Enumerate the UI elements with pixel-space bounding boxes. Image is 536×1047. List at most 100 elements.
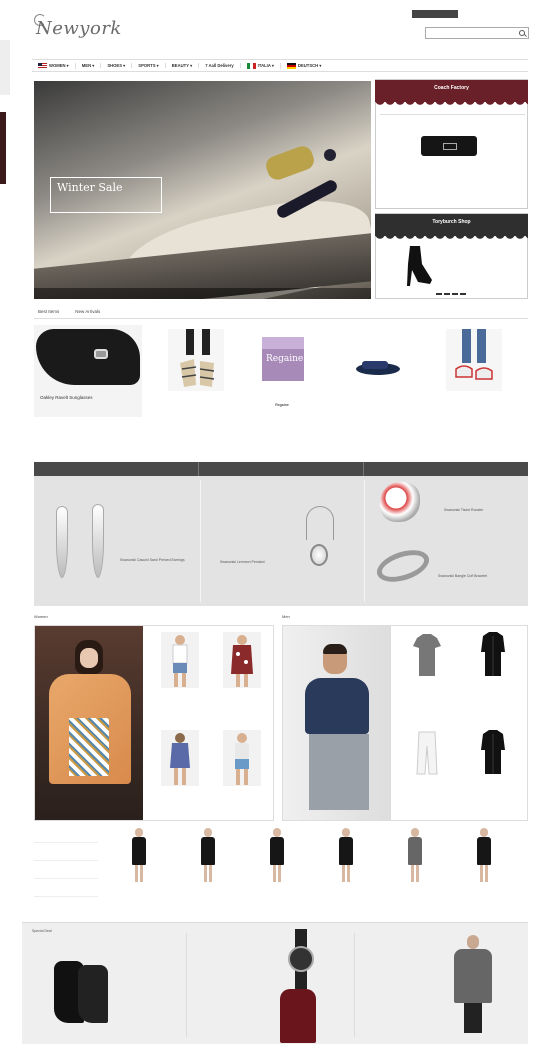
dress-product[interactable] bbox=[244, 826, 310, 918]
product-card[interactable]: Regaine Regaine bbox=[240, 325, 324, 441]
dress-product[interactable] bbox=[175, 826, 241, 918]
dress-image bbox=[199, 828, 217, 882]
nav-item-sports[interactable]: SPORTS ▾ bbox=[132, 63, 166, 68]
earring-image[interactable] bbox=[56, 506, 68, 578]
nav-item-women[interactable]: WOMEN ▾ bbox=[32, 62, 76, 69]
product-card[interactable] bbox=[432, 325, 516, 441]
women-section-label[interactable]: Women bbox=[34, 614, 48, 619]
best-tabs: Best Items New Arrivals bbox=[38, 309, 100, 314]
jewelry-panel: Swarovski Casuini Sand Pierced Earrings … bbox=[34, 476, 528, 606]
boot-image[interactable] bbox=[78, 965, 108, 1023]
jewelry-item-name[interactable]: Swarovski Tisdol Rooster bbox=[444, 508, 520, 513]
dress-image bbox=[337, 828, 355, 882]
pager-dot[interactable] bbox=[444, 293, 450, 295]
product-info: Regaine bbox=[240, 403, 324, 408]
sunglasses-image bbox=[36, 329, 140, 385]
hero-banner[interactable]: Winter Sale bbox=[34, 81, 371, 299]
jewelry-item-name[interactable]: Swarovski Bangle Cuff Bracelet bbox=[438, 574, 522, 579]
men-feature-photo[interactable] bbox=[283, 626, 391, 820]
jewelry-tab[interactable] bbox=[364, 462, 528, 476]
heel-shoe-image[interactable] bbox=[404, 244, 434, 288]
coach-awning-banner[interactable]: Coach Factory bbox=[375, 80, 528, 106]
tory-awning-banner[interactable]: Toryburch Shop bbox=[375, 214, 528, 240]
nav-item-deutsch[interactable]: DEUTSCH ▾ bbox=[281, 62, 328, 69]
men-section-label[interactable]: Men bbox=[282, 614, 290, 619]
tab-best-items[interactable]: Best Items bbox=[38, 309, 59, 314]
nav-label: ITALIA ▾ bbox=[257, 63, 274, 68]
category-list bbox=[34, 825, 98, 917]
sunglass-feature[interactable]: Oakley Ravelt Sunglasses bbox=[34, 325, 142, 417]
women-product[interactable] bbox=[211, 628, 273, 724]
coach-promo[interactable]: Coach Factory bbox=[375, 79, 528, 209]
nav-item-italia[interactable]: ITALIA ▾ bbox=[241, 62, 281, 69]
divider bbox=[186, 933, 187, 1037]
nav-label: WOMEN ▾ bbox=[49, 63, 69, 68]
pager-dot[interactable] bbox=[460, 293, 466, 295]
category-item[interactable] bbox=[34, 861, 98, 879]
dress-product[interactable] bbox=[451, 826, 517, 918]
divider bbox=[200, 480, 201, 602]
earring-image[interactable] bbox=[92, 504, 104, 578]
model-dress-shape bbox=[69, 718, 109, 776]
hero-caption-box: Winter Sale bbox=[50, 177, 162, 213]
search-input[interactable] bbox=[425, 27, 529, 39]
women-product[interactable] bbox=[211, 726, 273, 822]
search-icon[interactable] bbox=[519, 29, 525, 36]
toryburch-promo[interactable]: Toryburch Shop bbox=[375, 213, 528, 299]
product-name[interactable]: Regaine bbox=[240, 403, 324, 408]
special-deal-section: Special Deal bbox=[22, 922, 528, 1044]
italy-flag-icon bbox=[246, 62, 256, 69]
coach-bag-image[interactable] bbox=[421, 136, 477, 156]
special-deal-label[interactable]: Special Deal bbox=[32, 929, 52, 934]
bracelet-image[interactable] bbox=[372, 544, 434, 588]
shirt-image bbox=[481, 730, 505, 774]
product-card[interactable] bbox=[336, 325, 420, 441]
dress-product[interactable] bbox=[313, 826, 379, 918]
coach-tabs bbox=[380, 112, 525, 115]
shirt-image bbox=[481, 632, 505, 676]
dress-product[interactable] bbox=[106, 826, 172, 918]
slide-sandal-image bbox=[350, 329, 406, 391]
product-image bbox=[223, 730, 261, 786]
top-banner[interactable] bbox=[412, 10, 458, 18]
nav-item-shoes[interactable]: SHOES ▾ bbox=[101, 63, 133, 68]
regaine-box-logo: Regaine bbox=[266, 354, 303, 364]
divider bbox=[34, 318, 528, 319]
product-card[interactable] bbox=[154, 325, 238, 441]
category-item[interactable] bbox=[34, 897, 98, 915]
women-feature-photo[interactable] bbox=[35, 626, 143, 820]
nav-item-delivery[interactable]: 7 Aall Delivery bbox=[199, 63, 241, 68]
tory-pager bbox=[436, 293, 466, 295]
jewelry-tab[interactable] bbox=[34, 462, 199, 476]
category-item[interactable] bbox=[34, 825, 98, 843]
men-product[interactable] bbox=[461, 628, 525, 724]
dress-product[interactable] bbox=[382, 826, 448, 918]
men-product[interactable] bbox=[461, 726, 525, 822]
pager-dot[interactable] bbox=[436, 293, 442, 295]
rooster-figurine-image[interactable] bbox=[380, 482, 420, 522]
men-product[interactable] bbox=[395, 726, 459, 822]
women-product[interactable] bbox=[149, 628, 211, 724]
watch-image[interactable] bbox=[286, 929, 316, 989]
snowboarder-head bbox=[324, 149, 336, 161]
nav-item-beauty[interactable]: BEAUTY ▾ bbox=[166, 63, 200, 68]
nav-item-men[interactable]: MEN ▾ bbox=[76, 63, 102, 68]
women-product[interactable] bbox=[149, 726, 211, 822]
nav-label: SHOES ▾ bbox=[107, 63, 126, 68]
sneakers-image bbox=[446, 329, 502, 391]
tab-new-arrivals[interactable]: New Arrivals bbox=[75, 309, 100, 314]
sunglass-caption: Oakley Ravelt Sunglasses bbox=[40, 395, 93, 400]
category-item[interactable] bbox=[34, 843, 98, 861]
jewelry-tab[interactable] bbox=[199, 462, 364, 476]
red-coat-image[interactable] bbox=[280, 989, 316, 1043]
men-product[interactable] bbox=[395, 628, 459, 724]
pendant-image[interactable] bbox=[310, 544, 328, 566]
product-image bbox=[161, 730, 199, 786]
site-logo[interactable]: Newyork bbox=[36, 18, 122, 39]
nav-label: SPORTS ▾ bbox=[138, 63, 159, 68]
pager-dot[interactable] bbox=[452, 293, 458, 295]
jewelry-item-name[interactable]: Swarovski Casuini Sand Pierced Earrings bbox=[120, 558, 194, 563]
jewelry-item-name[interactable]: Swarovski Lemmon Pendant bbox=[220, 560, 290, 565]
category-item[interactable] bbox=[34, 879, 98, 897]
gray-coat-model-image[interactable] bbox=[450, 935, 496, 1033]
